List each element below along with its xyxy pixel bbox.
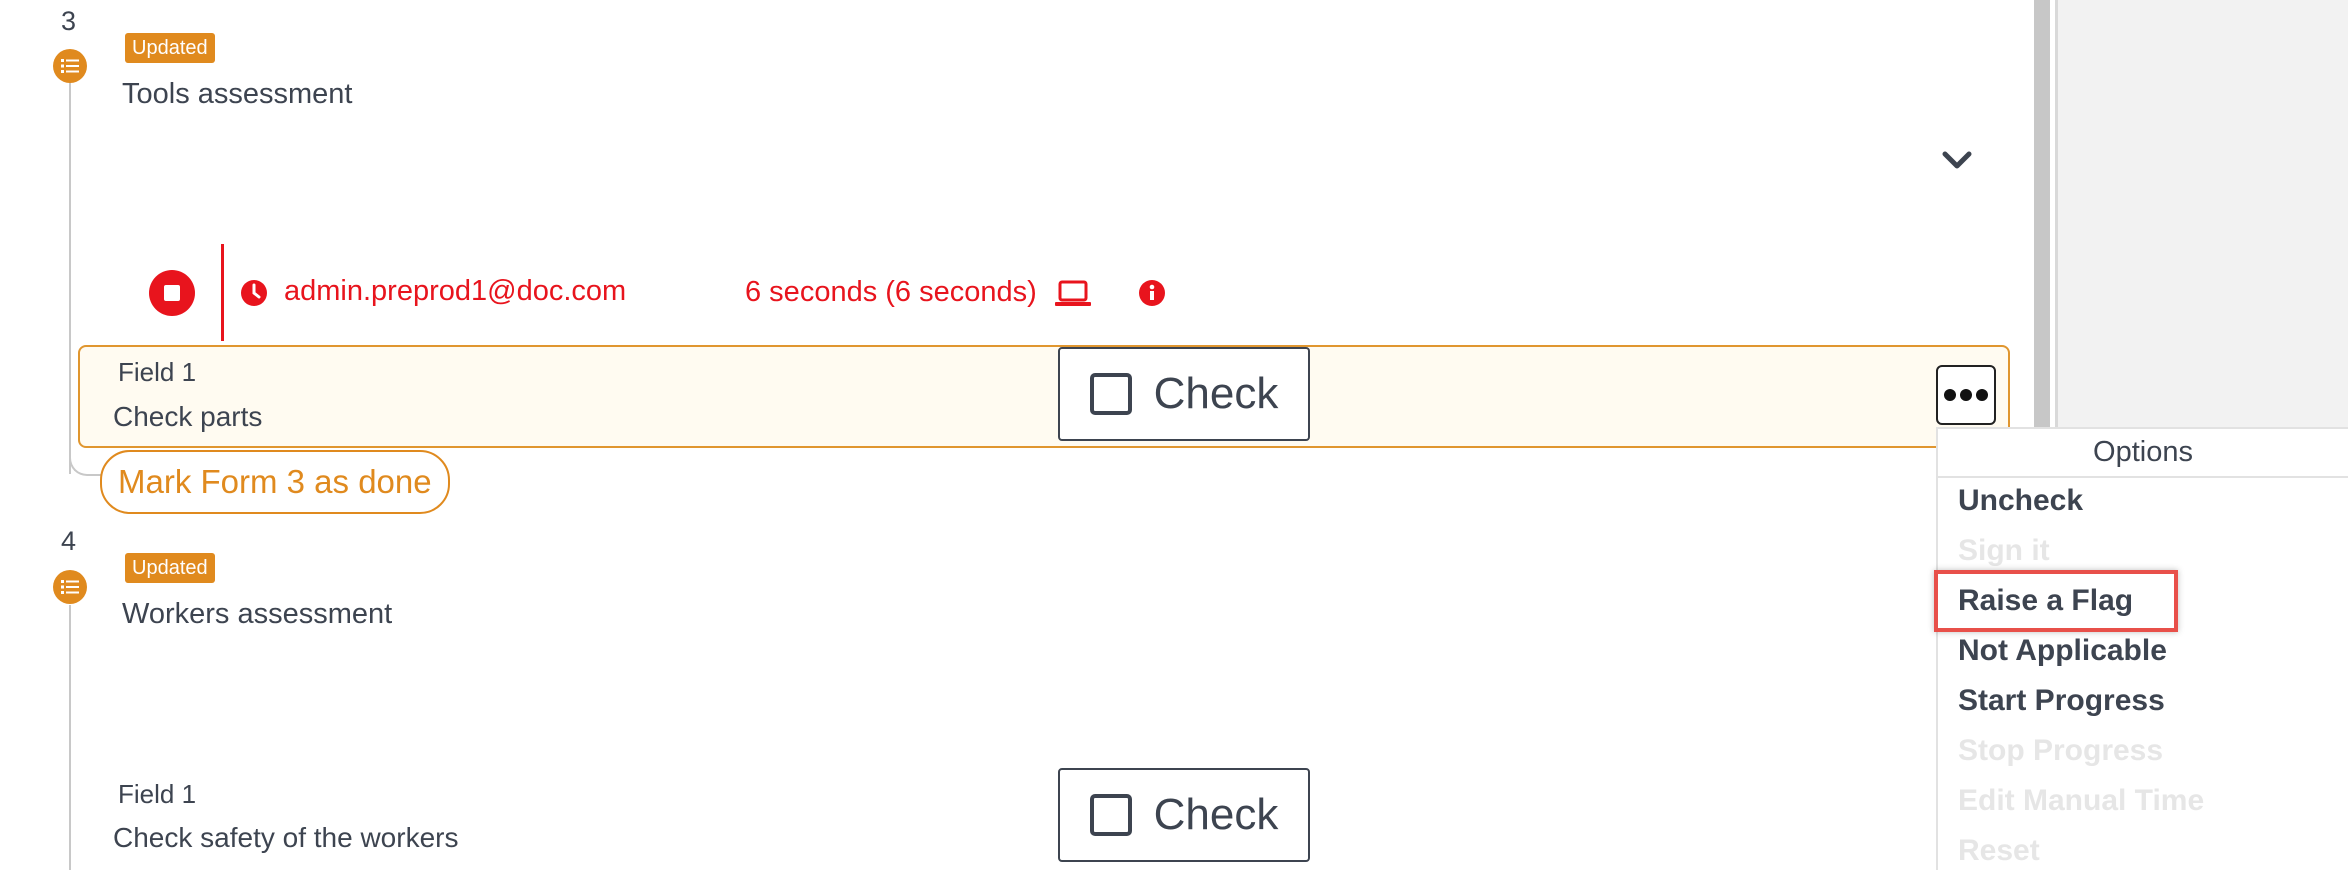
checkbox-icon <box>1089 794 1132 836</box>
menu-item-uncheck[interactable]: Uncheck <box>1958 484 2083 518</box>
clock-icon <box>240 279 268 312</box>
field-label: Field 1 <box>118 357 197 387</box>
step-number: 3 <box>61 6 77 36</box>
menu-item-stop-progress: Stop Progress <box>1958 734 2164 767</box>
info-icon[interactable] <box>1138 279 1166 312</box>
laptop-icon <box>1054 279 1092 314</box>
dot-icon <box>1944 389 1956 401</box>
more-options-button[interactable] <box>1936 365 1996 425</box>
divider <box>221 244 224 341</box>
timeline-line <box>69 80 71 474</box>
form-list-icon <box>53 570 87 604</box>
user-email: admin.preprod1@doc.com <box>284 275 627 307</box>
check-label: Check <box>1153 369 1279 418</box>
duration-text: 6 seconds (6 seconds) <box>745 276 1037 308</box>
dot-icon <box>1960 389 1972 401</box>
stop-progress-button[interactable] <box>149 270 195 316</box>
step-title: Workers assessment <box>122 598 393 630</box>
dot-icon <box>1976 389 1988 401</box>
field-row <box>78 345 2010 448</box>
chevron-down-icon[interactable] <box>1941 150 1973 177</box>
checkbox-icon <box>1089 373 1132 415</box>
updated-badge: Updated <box>125 553 215 583</box>
check-label: Check <box>1153 790 1279 839</box>
form-list-icon <box>53 49 87 83</box>
check-button[interactable]: Check <box>1058 347 1310 441</box>
field-text: Check safety of the workers <box>113 822 459 853</box>
updated-badge: Updated <box>125 33 215 63</box>
timeline-line <box>69 605 71 870</box>
mark-form-done-button[interactable]: Mark Form 3 as done <box>100 450 450 514</box>
menu-item-reset: Reset <box>1958 834 2040 867</box>
step-title: Tools assessment <box>122 78 353 110</box>
check-button[interactable]: Check <box>1058 768 1310 862</box>
field-text: Check parts <box>113 401 263 432</box>
menu-item-edit-manual-time: Edit Manual Time <box>1958 784 2205 817</box>
menu-item-not-applicable[interactable]: Not Applicable <box>1958 634 2167 668</box>
step-number: 4 <box>61 526 77 556</box>
menu-item-start-progress[interactable]: Start Progress <box>1958 684 2165 718</box>
options-menu-header: Options <box>1938 429 2348 478</box>
options-menu: Options Uncheck Sign it Raise a Flag Not… <box>1936 427 2348 870</box>
field-label: Field 1 <box>118 779 197 809</box>
highlight-annotation <box>1934 570 2178 632</box>
menu-item-sign-it: Sign it <box>1958 534 2050 567</box>
